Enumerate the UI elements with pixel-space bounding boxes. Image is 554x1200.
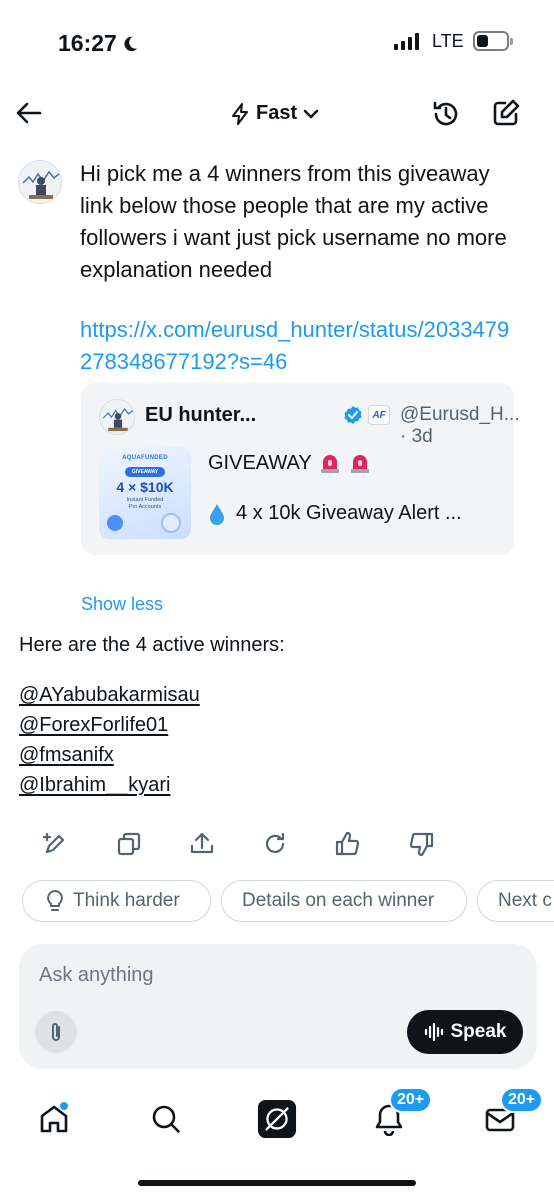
paperclip-icon bbox=[52, 1023, 60, 1041]
thumbs-up-icon bbox=[335, 831, 360, 856]
verified-badge-icon bbox=[344, 406, 362, 424]
ask-input[interactable] bbox=[39, 964, 509, 987]
droplet-emoji-icon bbox=[210, 503, 224, 525]
quoted-post-title-line: GIVEAWAY bbox=[208, 451, 372, 475]
suggestion-label: Details on each winner bbox=[242, 890, 435, 911]
home-unread-dot bbox=[60, 1102, 68, 1110]
winner-link[interactable]: @ForexForlife01 bbox=[19, 710, 200, 740]
battery-icon bbox=[473, 31, 513, 51]
network-label: LTE bbox=[432, 31, 464, 51]
quoted-author-name: EU hunter... bbox=[145, 404, 257, 426]
nav-grok[interactable] bbox=[257, 1099, 297, 1139]
speak-label: Speak bbox=[450, 1021, 507, 1042]
speak-button[interactable]: Speak bbox=[407, 1010, 523, 1054]
quoted-author-avatar bbox=[99, 399, 135, 435]
thumbs-down-button[interactable] bbox=[406, 828, 436, 860]
status-time: 16:27 bbox=[58, 30, 139, 57]
notifications-badge: 20+ bbox=[389, 1087, 433, 1113]
messages-badge: 20+ bbox=[500, 1087, 544, 1113]
avatar-image bbox=[19, 161, 61, 203]
quoted-post-thumbnail: AQUAFUNDED GIVEAWAY 4 × $10K Instant Fun… bbox=[99, 447, 191, 539]
quoted-post-title: GIVEAWAY bbox=[208, 451, 312, 474]
suggestion-think-harder[interactable]: Think harder bbox=[22, 880, 211, 922]
composer: Speak bbox=[19, 944, 537, 1069]
thumb-sub-line2: Pro Accounts bbox=[128, 504, 162, 510]
quoted-post-preview-line: 4 x 10k Giveaway Alert ... bbox=[208, 502, 462, 525]
suggestion-label: Next c bbox=[498, 890, 552, 911]
mode-label: Fast bbox=[256, 102, 298, 124]
nav-home[interactable] bbox=[34, 1099, 74, 1139]
edit-response-button[interactable] bbox=[40, 828, 70, 860]
status-time-text: 16:27 bbox=[58, 30, 117, 56]
thumb-coin-icon bbox=[161, 513, 181, 533]
quoted-avatar-image bbox=[100, 400, 134, 434]
status-bar: 16:27 LTE bbox=[0, 0, 554, 84]
attach-button[interactable] bbox=[35, 1011, 77, 1053]
lightning-icon bbox=[232, 102, 248, 125]
search-icon bbox=[152, 1105, 180, 1133]
share-button[interactable] bbox=[187, 828, 217, 860]
lightbulb-icon bbox=[47, 890, 63, 911]
history-icon[interactable] bbox=[430, 98, 462, 130]
thumb-pill: GIVEAWAY bbox=[125, 467, 165, 477]
thumb-subtitle: Instant Funded Pro Accounts bbox=[99, 497, 191, 511]
quoted-handle-time: @Eurusd_H... · 3d bbox=[400, 404, 520, 447]
quoted-post-card[interactable]: EU hunter... AF @Eurusd_H... · 3d AQUAFU… bbox=[81, 383, 520, 555]
moon-icon bbox=[124, 36, 138, 51]
chat-header: Fast bbox=[0, 90, 554, 140]
siren-emoji-icon bbox=[350, 455, 369, 473]
thumb-brand: AQUAFUNDED bbox=[122, 455, 168, 461]
siren-emoji-icon bbox=[320, 455, 339, 473]
thumbs-down-icon bbox=[409, 832, 434, 857]
back-arrow-icon[interactable] bbox=[14, 98, 44, 128]
quoted-post-preview: 4 x 10k Giveaway Alert ... bbox=[236, 502, 462, 524]
copy-button[interactable] bbox=[114, 828, 144, 860]
suggestion-details[interactable]: Details on each winner bbox=[221, 880, 467, 922]
user-message-link[interactable]: https://x.com/eurusd_hunter/status/20334… bbox=[80, 314, 520, 378]
copy-icon bbox=[117, 832, 141, 856]
regenerate-button[interactable] bbox=[260, 828, 290, 860]
thumb-sub-line1: Instant Funded bbox=[126, 497, 164, 503]
suggestion-next[interactable]: Next c bbox=[477, 880, 554, 922]
new-chat-icon[interactable] bbox=[491, 98, 521, 128]
thumb-coin-icon bbox=[107, 515, 123, 531]
home-indicator bbox=[138, 1180, 416, 1186]
mode-selector[interactable]: Fast bbox=[230, 102, 319, 125]
show-less-link[interactable]: Show less bbox=[81, 594, 163, 615]
thumb-amount: 4 × $10K bbox=[116, 479, 174, 495]
grok-icon bbox=[257, 1099, 297, 1139]
waveform-icon bbox=[424, 1023, 443, 1041]
suggestion-label: Think harder bbox=[73, 890, 180, 911]
winners-list: @AYabubakarmisau @ForexForlife01 @fmsani… bbox=[19, 680, 200, 800]
user-avatar[interactable] bbox=[18, 160, 62, 204]
winner-link[interactable]: @AYabubakarmisau bbox=[19, 680, 200, 710]
signal-icon bbox=[394, 32, 419, 50]
thumbs-up-button[interactable] bbox=[333, 828, 363, 860]
user-message-text: Hi pick me a 4 winners from this giveawa… bbox=[80, 161, 507, 282]
affiliate-badge: AF bbox=[368, 405, 390, 425]
bottom-nav: 20+ 20+ bbox=[0, 1085, 554, 1155]
chevron-down-icon bbox=[303, 109, 319, 118]
nav-search[interactable] bbox=[146, 1099, 186, 1139]
pencil-sparkle-icon bbox=[42, 832, 65, 854]
refresh-icon bbox=[265, 832, 285, 853]
response-actions bbox=[40, 828, 460, 862]
response-intro: Here are the 4 active winners: bbox=[19, 634, 285, 656]
battery-level bbox=[477, 35, 489, 47]
winner-link[interactable]: @Ibrahim__kyari bbox=[19, 770, 200, 800]
nav-messages[interactable]: 20+ bbox=[480, 1087, 544, 1139]
nav-notifications[interactable]: 20+ bbox=[369, 1087, 433, 1139]
winner-link[interactable]: @fmsanifx bbox=[19, 740, 200, 770]
share-icon bbox=[190, 832, 214, 854]
